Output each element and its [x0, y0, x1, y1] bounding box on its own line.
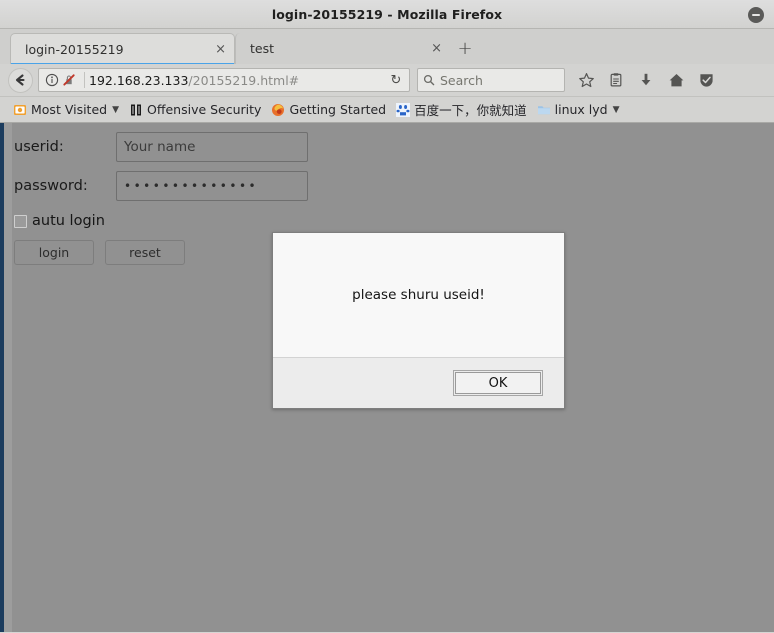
shield-icon: [698, 72, 715, 89]
alert-dialog: please shuru useid! OK: [272, 232, 565, 409]
url-bar[interactable]: 192.168.23.133/20155219.html# ↻: [38, 68, 410, 92]
autologin-checkbox[interactable]: [14, 214, 27, 228]
close-icon[interactable]: ×: [409, 42, 442, 55]
userid-label: userid:: [14, 139, 64, 155]
ok-button-focus-ring: OK: [453, 369, 543, 397]
userid-row: userid:: [12, 132, 774, 162]
login-page: userid: password: •••••••••••••• autu lo…: [12, 123, 774, 632]
tab-login-20155219[interactable]: login-20155219 ×: [10, 33, 235, 64]
back-button[interactable]: [6, 66, 34, 94]
bookmark-label: linux lyd: [554, 102, 608, 117]
page-viewport: userid: password: •••••••••••••• autu lo…: [0, 123, 774, 632]
chevron-down-icon[interactable]: ▼: [613, 105, 620, 115]
userid-input[interactable]: [116, 132, 308, 162]
url-path: /20155219.html#: [188, 72, 300, 88]
url-separator: [84, 72, 85, 88]
baidu-icon: [396, 102, 411, 117]
ok-button[interactable]: OK: [455, 372, 541, 395]
tab-test[interactable]: test ×: [235, 33, 450, 64]
url-host: 192.168.23.133: [89, 72, 189, 88]
search-icon: [423, 74, 435, 86]
password-label: password:: [14, 178, 88, 194]
title-bar: login-20155219 - Mozilla Firefox: [0, 0, 774, 29]
minimize-icon: [752, 14, 760, 16]
bookmark-label: Offensive Security: [147, 102, 262, 117]
bookmark-label: Most Visited: [31, 102, 108, 117]
search-placeholder: Search: [440, 72, 483, 88]
home-icon: [668, 72, 685, 89]
home-button[interactable]: [661, 66, 691, 94]
login-button[interactable]: login: [14, 240, 94, 265]
toolbar-icons: [571, 66, 721, 94]
password-input[interactable]: ••••••••••••••: [116, 171, 308, 201]
reload-icon[interactable]: ↻: [385, 70, 407, 90]
offensive-security-icon: [129, 103, 143, 117]
bookmark-offensive-security[interactable]: Offensive Security: [124, 99, 266, 121]
chevron-down-icon[interactable]: ▼: [112, 105, 119, 115]
downloads-button[interactable]: [631, 66, 661, 94]
bookmark-getting-started[interactable]: Getting Started: [266, 99, 391, 121]
viewport-left-margin: [4, 123, 12, 632]
page-info-icon[interactable]: [45, 73, 59, 87]
bookmark-most-visited[interactable]: Most Visited ▼: [8, 99, 124, 121]
tab-label: test: [250, 41, 275, 56]
library-button[interactable]: [601, 66, 631, 94]
most-visited-icon: [13, 103, 27, 117]
firefox-window: login-20155219 - Mozilla Firefox login-2…: [0, 0, 774, 633]
bookmark-label: Getting Started: [289, 102, 387, 117]
tab-strip: login-20155219 × test × +: [0, 29, 774, 64]
bookmark-star-icon: [578, 72, 595, 89]
folder-icon: [537, 103, 551, 117]
password-row: password: ••••••••••••••: [12, 171, 774, 201]
insecure-lock-icon[interactable]: [62, 73, 76, 87]
new-tab-button[interactable]: +: [450, 33, 480, 64]
search-bar[interactable]: Search: [417, 68, 565, 92]
alert-footer: OK: [273, 358, 564, 408]
bookmark-baidu[interactable]: 百度一下，你就知道: [391, 99, 532, 121]
window-title: login-20155219 - Mozilla Firefox: [271, 6, 503, 22]
autologin-row[interactable]: autu login: [12, 213, 774, 229]
reset-button[interactable]: reset: [105, 240, 185, 265]
navigation-toolbar: 192.168.23.133/20155219.html# ↻ Search: [0, 64, 774, 97]
identity-box[interactable]: [41, 73, 80, 87]
downloads-icon: [638, 72, 654, 88]
library-icon: [608, 72, 624, 88]
bookmarks-toolbar: Most Visited ▼ Offensive Security Gettin…: [0, 97, 774, 123]
url-text[interactable]: 192.168.23.133/20155219.html#: [89, 73, 385, 88]
back-icon: [7, 67, 33, 93]
minimize-button[interactable]: [748, 7, 764, 23]
shield-button[interactable]: [691, 66, 721, 94]
alert-message: please shuru useid!: [273, 233, 564, 358]
bookmark-linux-lyd[interactable]: linux lyd ▼: [532, 99, 625, 121]
autologin-label: autu login: [32, 213, 105, 229]
bookmark-label: 百度一下，你就知道: [414, 103, 527, 118]
bookmark-star-button[interactable]: [571, 66, 601, 94]
close-icon[interactable]: ×: [193, 43, 226, 56]
tab-label: login-20155219: [25, 41, 124, 57]
firefox-icon: [271, 103, 285, 117]
